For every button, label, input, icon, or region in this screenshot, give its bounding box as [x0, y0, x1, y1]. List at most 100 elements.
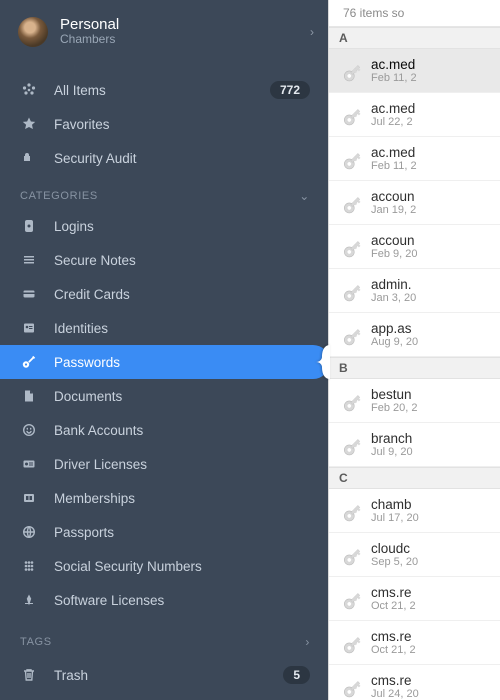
- ssn-icon: [20, 557, 38, 575]
- item-subtitle: Jan 3, 20: [371, 292, 416, 304]
- item-title: accoun: [371, 189, 416, 204]
- key-icon: [20, 353, 38, 371]
- key-icon: [335, 540, 365, 570]
- chevron-right-icon: ›: [305, 635, 310, 649]
- item-title: app.as: [371, 321, 418, 336]
- chevron-right-icon: ›: [310, 25, 314, 39]
- trash-count: 5: [283, 666, 310, 684]
- sidebar-item-favorites[interactable]: Favorites: [0, 107, 328, 141]
- key-icon: [335, 232, 365, 262]
- sidebar-item-credit-cards[interactable]: Credit Cards: [0, 277, 328, 311]
- key-icon: [335, 672, 365, 700]
- sidebar-item-software-licenses[interactable]: Software Licenses: [0, 583, 328, 617]
- key-icon: [335, 430, 365, 460]
- sidebar-item-memberships[interactable]: Memberships: [0, 481, 328, 515]
- license-icon: [20, 455, 38, 473]
- item-title: ac.med: [371, 101, 415, 116]
- sidebar-item-label: Logins: [54, 219, 310, 234]
- trash-icon: [20, 666, 38, 684]
- sidebar-item-label: Driver Licenses: [54, 457, 310, 472]
- sidebar-item-documents[interactable]: Documents: [0, 379, 328, 413]
- note-icon: [20, 251, 38, 269]
- membership-icon: [20, 489, 38, 507]
- section-header-C: C: [329, 467, 500, 489]
- section-header-B: B: [329, 357, 500, 379]
- sidebar-item-label: Social Security Numbers: [54, 559, 310, 574]
- item-count-header: 76 items so: [329, 0, 500, 27]
- sidebar-item-label: Secure Notes: [54, 253, 310, 268]
- sidebar-item-identities[interactable]: Identities: [0, 311, 328, 345]
- sidebar-item-label: Passwords: [54, 355, 312, 370]
- credit-card-icon: [20, 285, 38, 303]
- list-item[interactable]: admin.Jan 3, 20: [329, 269, 500, 313]
- sidebar-item-passports[interactable]: Passports: [0, 515, 328, 549]
- sidebar-item-label: Credit Cards: [54, 287, 310, 302]
- item-title: cloudc: [371, 541, 418, 556]
- item-subtitle: Jul 22, 2: [371, 116, 415, 128]
- login-icon: [20, 217, 38, 235]
- list-item[interactable]: bestunFeb 20, 2: [329, 379, 500, 423]
- item-title: cms.re: [371, 629, 416, 644]
- item-subtitle: Jan 19, 2: [371, 204, 416, 216]
- sidebar-item-logins[interactable]: Logins: [0, 209, 328, 243]
- item-title: cms.re: [371, 585, 416, 600]
- sidebar-item-label: Memberships: [54, 491, 310, 506]
- sidebar-item-label: Software Licenses: [54, 593, 310, 608]
- item-subtitle: Feb 9, 20: [371, 248, 417, 260]
- list-item[interactable]: cms.reJul 24, 20: [329, 665, 500, 700]
- list-item[interactable]: app.asAug 9, 20: [329, 313, 500, 357]
- sidebar-item-secure-notes[interactable]: Secure Notes: [0, 243, 328, 277]
- list-item[interactable]: chambJul 17, 20: [329, 489, 500, 533]
- list-item[interactable]: branchJul 9, 20: [329, 423, 500, 467]
- sidebar-item-all[interactable]: All Items 772: [0, 73, 328, 107]
- sidebar-item-bank-accounts[interactable]: Bank Accounts: [0, 413, 328, 447]
- sidebar-item-trash[interactable]: Trash 5: [0, 658, 328, 692]
- item-subtitle: Feb 11, 2: [371, 72, 417, 84]
- key-icon: [335, 584, 365, 614]
- key-icon: [335, 628, 365, 658]
- vault-text: Personal Chambers: [60, 16, 310, 47]
- identity-icon: [20, 319, 38, 337]
- item-subtitle: Sep 5, 20: [371, 556, 418, 568]
- item-subtitle: Oct 21, 2: [371, 600, 416, 612]
- item-subtitle: Feb 20, 2: [371, 402, 417, 414]
- key-icon: [335, 56, 365, 86]
- list-item[interactable]: cms.reOct 21, 2: [329, 621, 500, 665]
- item-subtitle: Jul 17, 20: [371, 512, 419, 524]
- list-item[interactable]: accounJan 19, 2: [329, 181, 500, 225]
- list-item[interactable]: ac.medJul 22, 2: [329, 93, 500, 137]
- key-icon: [335, 100, 365, 130]
- selected-indicator: [310, 345, 330, 379]
- vault-switcher[interactable]: Personal Chambers ›: [0, 0, 328, 59]
- vault-name: Personal: [60, 16, 310, 33]
- key-icon: [335, 496, 365, 526]
- sidebar-item-label: Passports: [54, 525, 310, 540]
- sidebar-item-label: Favorites: [54, 117, 310, 132]
- categories-header[interactable]: CATEGORIES ⌄: [0, 175, 328, 209]
- sidebar-item-driver-licenses[interactable]: Driver Licenses: [0, 447, 328, 481]
- list-item[interactable]: cloudcSep 5, 20: [329, 533, 500, 577]
- bank-icon: [20, 421, 38, 439]
- vault-subtitle: Chambers: [60, 33, 310, 47]
- software-icon: [20, 591, 38, 609]
- section-label: TAGS: [20, 636, 305, 648]
- key-icon: [335, 386, 365, 416]
- list-item[interactable]: ac.medFeb 11, 2: [329, 49, 500, 93]
- sidebar-item-passwords[interactable]: Passwords: [0, 345, 330, 379]
- passport-icon: [20, 523, 38, 541]
- list-item[interactable]: cms.reOct 21, 2: [329, 577, 500, 621]
- document-icon: [20, 387, 38, 405]
- sidebar-item-label: Security Audit: [54, 151, 310, 166]
- star-icon: [20, 115, 38, 133]
- all-items-count: 772: [270, 81, 310, 99]
- sidebar-item-security-audit[interactable]: Security Audit: [0, 141, 328, 175]
- tags-header[interactable]: TAGS ›: [0, 617, 328, 655]
- list-item[interactable]: ac.medFeb 11, 2: [329, 137, 500, 181]
- security-audit-icon: [20, 149, 38, 167]
- item-subtitle: Feb 11, 2: [371, 160, 417, 172]
- list-item[interactable]: accounFeb 9, 20: [329, 225, 500, 269]
- sidebar-item-social-security-numbers[interactable]: Social Security Numbers: [0, 549, 328, 583]
- key-icon: [335, 144, 365, 174]
- chevron-down-icon: ⌄: [299, 189, 310, 203]
- item-subtitle: Aug 9, 20: [371, 336, 418, 348]
